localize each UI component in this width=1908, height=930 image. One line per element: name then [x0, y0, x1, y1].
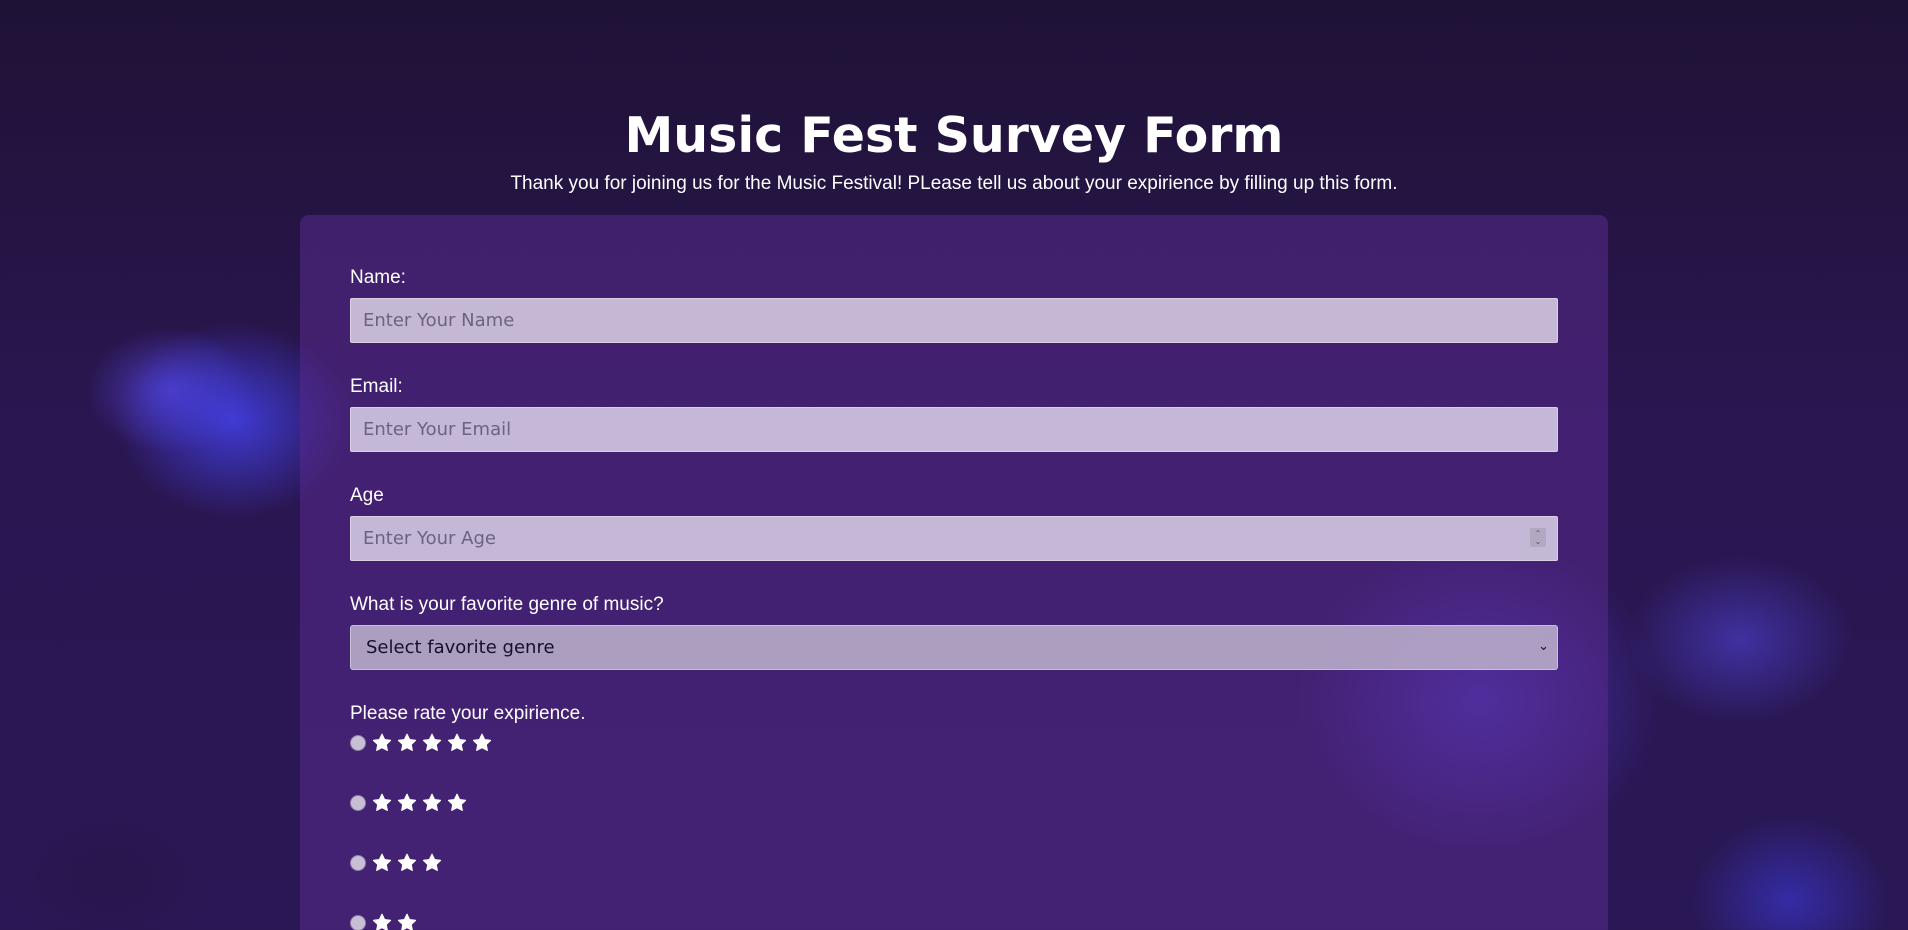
rating-option-5-stars[interactable] — [350, 731, 497, 755]
page-title: Music Fest Survey Form — [624, 107, 1284, 164]
rating-option-4-stars[interactable] — [350, 791, 472, 815]
survey-page: Music Fest Survey Form Thank you for joi… — [0, 0, 1908, 930]
number-spinner-icon[interactable]: ⌃ ⌄ — [1530, 528, 1546, 547]
chevron-down-icon: ⌄ — [1538, 639, 1549, 654]
rating-radio[interactable] — [350, 915, 366, 930]
star-icon — [422, 793, 442, 811]
star-icon — [422, 733, 442, 751]
star-icon — [372, 913, 392, 930]
age-field: ⌃ ⌄ — [350, 516, 1558, 561]
age-label: Age — [350, 485, 384, 506]
email-input[interactable] — [350, 407, 1558, 452]
star-icon — [397, 853, 417, 871]
genre-select[interactable]: Select favorite genre ⌄ — [350, 625, 1558, 670]
rating-radio[interactable] — [350, 735, 366, 751]
rating-radio[interactable] — [350, 855, 366, 871]
star-icon — [372, 793, 392, 811]
age-input[interactable] — [350, 516, 1558, 561]
survey-form: Name: Email: Age ⌃ ⌄ What is your favori… — [300, 215, 1608, 930]
rating-option-2-stars[interactable] — [350, 911, 422, 930]
page-description: Thank you for joining us for the Music F… — [510, 173, 1398, 194]
star-icon — [372, 853, 392, 871]
star-icon — [447, 733, 467, 751]
genre-label: What is your favorite genre of music? — [350, 594, 664, 615]
name-label: Name: — [350, 267, 406, 288]
rating-option-3-stars[interactable] — [350, 851, 447, 875]
rating-radio[interactable] — [350, 795, 366, 811]
star-icon — [447, 793, 467, 811]
star-icon — [372, 733, 392, 751]
star-icon — [397, 733, 417, 751]
rating-label: Please rate your expirience. — [350, 703, 586, 724]
star-icon — [397, 913, 417, 930]
star-icon — [472, 733, 492, 751]
genre-select-value: Select favorite genre — [366, 637, 555, 658]
email-label: Email: — [350, 376, 403, 397]
name-input[interactable] — [350, 298, 1558, 343]
star-icon — [422, 853, 442, 871]
star-icon — [397, 793, 417, 811]
